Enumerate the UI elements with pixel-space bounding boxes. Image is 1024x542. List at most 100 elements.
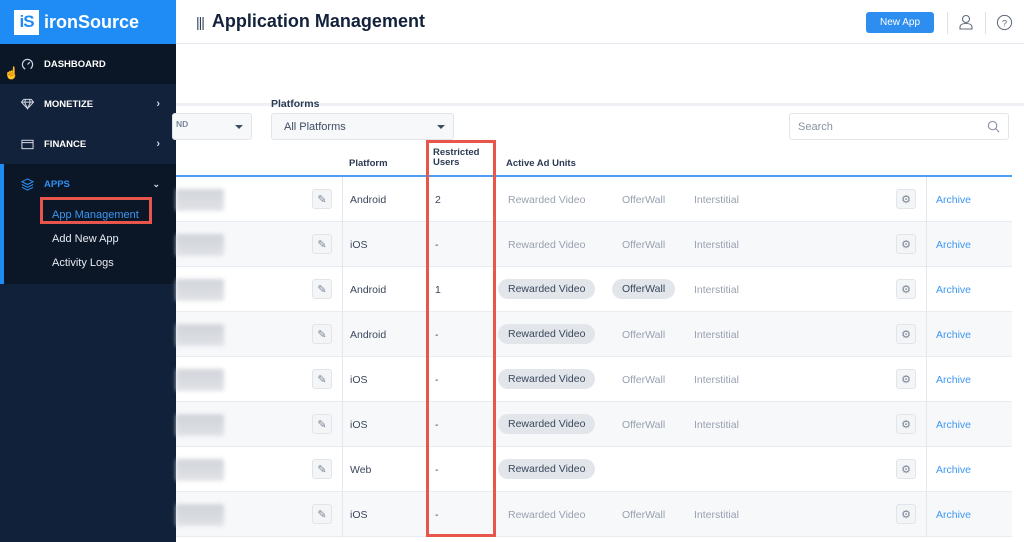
divider: [494, 357, 495, 402]
archive-link[interactable]: Archive: [936, 357, 971, 402]
diamond-icon: [20, 97, 34, 111]
page-title: Application Management: [211, 11, 425, 31]
settings-button[interactable]: ⚙: [896, 189, 916, 209]
ad-unit-offerwall[interactable]: OfferWall: [622, 402, 665, 447]
edit-button[interactable]: ✎: [312, 369, 332, 389]
hand-cursor-icon: ☝: [4, 66, 19, 80]
restricted-users-cell: -: [435, 508, 439, 521]
edit-button[interactable]: ✎: [312, 459, 332, 479]
pencil-icon: ✎: [317, 283, 327, 296]
annotation-highlight-box: [40, 197, 152, 224]
table-row: ✎ iOS - Rewarded Video OfferWall Interstitial…: [176, 402, 1012, 447]
platforms-select[interactable]: All Platforms: [271, 113, 454, 140]
sidebar-subitem-add-new-app[interactable]: Add New App: [4, 228, 176, 252]
settings-button[interactable]: ⚙: [896, 504, 916, 524]
archive-link[interactable]: Archive: [936, 447, 971, 492]
platform-cell: iOS: [350, 508, 368, 521]
sidebar-item-dashboard[interactable]: DASHBOARD: [0, 44, 176, 84]
brand-mark-icon: iS: [14, 9, 39, 35]
ad-unit-interstitial[interactable]: Interstitial: [694, 222, 739, 267]
top-bar: ||| Application Management New App ?: [176, 0, 1024, 44]
edit-button[interactable]: ✎: [312, 324, 332, 344]
sidebar-item-monetize[interactable]: MONETIZE ›: [0, 84, 176, 124]
table-header: Platform Restricted Users Active Ad Unit…: [176, 140, 1012, 177]
ad-unit-offerwall[interactable]: OfferWall: [622, 312, 665, 357]
settings-button[interactable]: ⚙: [896, 459, 916, 479]
edit-button[interactable]: ✎: [312, 234, 332, 254]
ad-unit-interstitial[interactable]: Interstitial: [694, 312, 739, 357]
sidebar-item-finance[interactable]: FINANCE ›: [0, 124, 176, 164]
pencil-icon: ✎: [317, 373, 327, 386]
gear-icon: ⚙: [901, 463, 911, 476]
sidebar-item-label: DASHBOARD: [44, 58, 106, 70]
ad-unit-rewarded-video[interactable]: Rewarded Video: [508, 222, 585, 267]
user-icon[interactable]: [956, 12, 976, 32]
divider: [342, 222, 343, 267]
ad-unit-rewarded-video[interactable]: Rewarded Video: [498, 414, 596, 434]
ad-unit-offerwall[interactable]: OfferWall: [622, 177, 665, 222]
ad-unit-interstitial[interactable]: Interstitial: [694, 267, 739, 312]
settings-button[interactable]: ⚙: [896, 324, 916, 344]
divider: [494, 447, 495, 492]
divider: [926, 222, 927, 267]
ad-unit-interstitial[interactable]: Interstitial: [694, 402, 739, 447]
section-label-partial: ND: [176, 119, 189, 129]
ad-unit-offerwall[interactable]: OfferWall: [622, 357, 665, 402]
chevron-right-icon: ›: [156, 98, 160, 110]
help-icon[interactable]: ?: [994, 12, 1014, 32]
divider: [494, 312, 495, 357]
divider: [494, 267, 495, 312]
ad-unit-interstitial[interactable]: Interstitial: [694, 357, 739, 402]
column-header-active-ad-units[interactable]: Active Ad Units: [506, 158, 576, 169]
column-header-platform[interactable]: Platform: [349, 158, 388, 169]
archive-link[interactable]: Archive: [936, 267, 971, 312]
archive-link[interactable]: Archive: [936, 177, 971, 222]
chevron-down-icon: ⌄: [152, 178, 160, 189]
menu-toggle-icon[interactable]: |||: [196, 14, 205, 30]
table-row: ✎ iOS - Rewarded Video OfferWall Interstitial…: [176, 492, 1012, 537]
divider: [926, 357, 927, 402]
sidebar-subitem-activity-logs[interactable]: Activity Logs: [4, 252, 176, 276]
chevron-right-icon: ›: [156, 138, 160, 150]
settings-button[interactable]: ⚙: [896, 414, 916, 434]
ad-unit-offerwall[interactable]: OfferWall: [622, 492, 665, 537]
divider: [926, 267, 927, 312]
archive-link[interactable]: Archive: [936, 492, 971, 537]
pencil-icon: ✎: [317, 463, 327, 476]
ad-unit-rewarded-video[interactable]: Rewarded Video: [498, 459, 596, 479]
sidebar-item-label: FINANCE: [44, 138, 87, 150]
search-input[interactable]: Search: [789, 113, 1009, 140]
ad-unit-rewarded-video[interactable]: Rewarded Video: [508, 177, 585, 222]
ad-unit-rewarded-video[interactable]: Rewarded Video: [508, 492, 585, 537]
settings-button[interactable]: ⚙: [896, 234, 916, 254]
edit-button[interactable]: ✎: [312, 504, 332, 524]
pencil-icon: ✎: [317, 508, 327, 521]
divider: [342, 267, 343, 312]
ad-unit-interstitial[interactable]: Interstitial: [694, 492, 739, 537]
settings-button[interactable]: ⚙: [896, 369, 916, 389]
ad-unit-rewarded-video[interactable]: Rewarded Video: [498, 324, 596, 344]
edit-button[interactable]: ✎: [312, 279, 332, 299]
ad-unit-rewarded-video[interactable]: Rewarded Video: [498, 279, 596, 299]
edit-button[interactable]: ✎: [312, 414, 332, 434]
search-placeholder: Search: [798, 120, 833, 133]
archive-link[interactable]: Archive: [936, 222, 971, 267]
ad-unit-rewarded-video[interactable]: Rewarded Video: [498, 369, 596, 389]
ad-unit-interstitial[interactable]: Interstitial: [694, 177, 739, 222]
settings-button[interactable]: ⚙: [896, 279, 916, 299]
divider: [926, 492, 927, 537]
archive-link[interactable]: Archive: [936, 402, 971, 447]
ad-unit-offerwall[interactable]: OfferWall: [612, 279, 676, 299]
edit-button[interactable]: ✎: [312, 189, 332, 209]
new-app-button[interactable]: New App: [866, 12, 934, 33]
divider: [494, 177, 495, 222]
app-name-redacted: [176, 234, 224, 256]
sidebar-item-label: MONETIZE: [44, 98, 94, 110]
platform-cell: iOS: [350, 418, 368, 431]
column-header-restricted-users[interactable]: Restricted Users: [433, 148, 489, 168]
restricted-users-cell: -: [435, 238, 439, 251]
gear-icon: ⚙: [901, 418, 911, 431]
brand-logo[interactable]: iS ironSource: [0, 0, 176, 44]
ad-unit-offerwall[interactable]: OfferWall: [622, 222, 665, 267]
archive-link[interactable]: Archive: [936, 312, 971, 357]
